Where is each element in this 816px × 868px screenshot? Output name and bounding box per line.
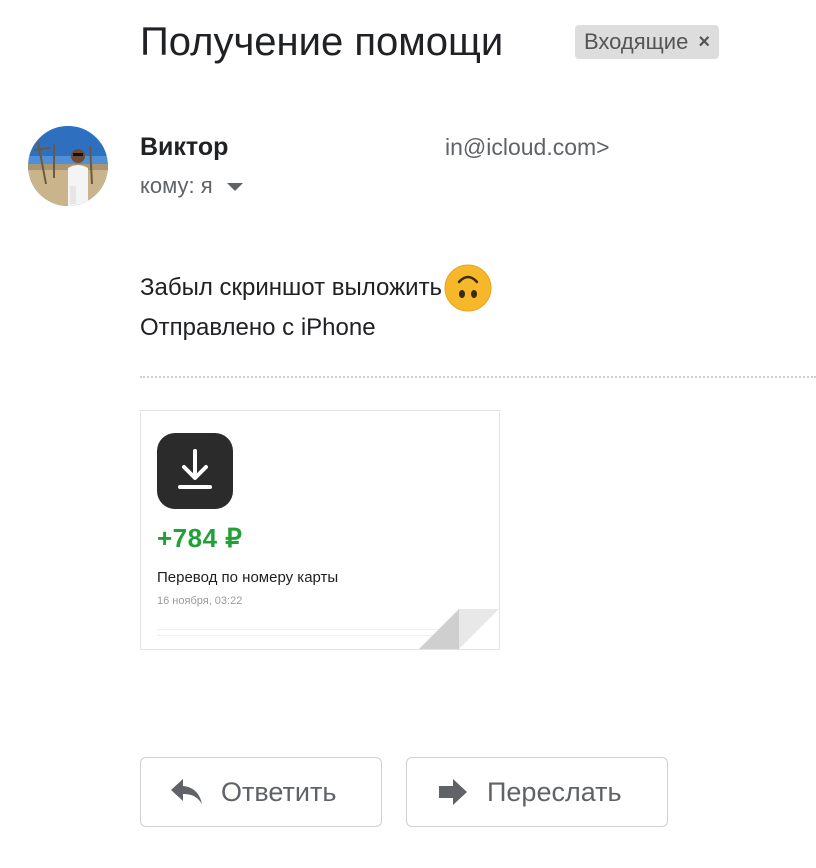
- body-text-1: Забыл скриншот выложить: [140, 274, 443, 301]
- body-line-1: Забыл скриншот выложить: [140, 264, 492, 312]
- page-fold-icon: [419, 609, 499, 649]
- upside-down-face-emoji-icon: [444, 264, 492, 312]
- transaction-amount: +784 ₽: [157, 523, 243, 553]
- sender-avatar[interactable]: [28, 126, 108, 206]
- forward-button-label: Переслать: [487, 776, 622, 807]
- transaction-title: Перевод по номеру карты: [157, 569, 339, 586]
- recipient-details-toggle[interactable]: кому: я: [140, 170, 243, 202]
- remove-label-icon[interactable]: ×: [698, 32, 710, 52]
- label-chip-text: Входящие: [584, 29, 689, 54]
- chevron-down-icon: [226, 183, 243, 191]
- avatar-photo: [28, 126, 108, 206]
- sender-name: Виктор: [140, 133, 229, 161]
- label-chip-inbox[interactable]: Входящие ×: [575, 25, 719, 59]
- body-line-2: Отправлено с iPhone: [140, 314, 376, 341]
- recipient-text: кому: я: [140, 173, 213, 198]
- reply-arrow-icon: [167, 772, 207, 812]
- transaction-date: 16 ноября, 03:22: [157, 595, 243, 607]
- faded-line: [157, 635, 439, 636]
- forward-button[interactable]: Переслать: [406, 757, 668, 827]
- reply-button[interactable]: Ответить: [140, 757, 382, 827]
- email-subject: Получение помощи: [140, 20, 504, 64]
- reply-button-label: Ответить: [221, 776, 337, 807]
- sender-email: in@icloud.com>: [445, 134, 610, 160]
- download-icon: [178, 449, 212, 489]
- attachment-divider: [140, 376, 816, 378]
- faded-line: [157, 629, 439, 630]
- attachment-thumbnail[interactable]: +784 ₽ Перевод по номеру карты 16 ноября…: [140, 410, 500, 650]
- forward-arrow-icon: [433, 772, 473, 812]
- download-app-icon: [157, 433, 233, 509]
